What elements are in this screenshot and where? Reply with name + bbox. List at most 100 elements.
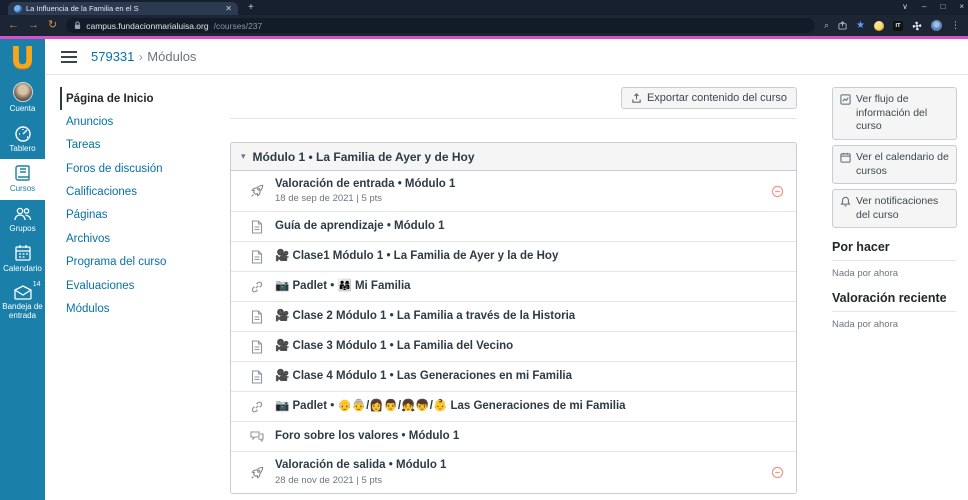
breadcrumb-separator: › [139, 50, 143, 64]
export-icon [631, 93, 642, 104]
sidebar-item-account[interactable]: Cuenta [0, 77, 45, 119]
sidebar-item-groups[interactable]: Grupos [0, 200, 45, 239]
external-link-icon [249, 400, 265, 414]
course-nav-quizzes[interactable]: Evaluaciones [60, 274, 180, 297]
sidebar-item-inbox[interactable]: 14 Bandeja de entrada [0, 279, 45, 326]
course-nav-assignments[interactable]: Tareas [60, 134, 180, 157]
module-item-title[interactable]: Valoración de salida • Módulo 1 [275, 459, 761, 473]
course-nav-home[interactable]: Página de Inicio [60, 87, 180, 110]
forward-icon[interactable]: → [28, 20, 39, 31]
course-nav-discussions[interactable]: Foros de discusión [60, 157, 180, 180]
calendar-icon [840, 152, 851, 163]
course-right-sidebar: Ver flujo de información del curso Ver e… [832, 87, 957, 330]
screen: La Influencia de la Familia en el S ✕ + … [0, 0, 968, 500]
module-item: 📷 Padlet • 👴👵/👩👨/👧👦/👶 Las Generaciones d… [231, 392, 796, 422]
extension-circle-icon[interactable] [874, 21, 884, 31]
sidebar-item-calendar[interactable]: Calendario [0, 239, 45, 279]
course-nav-syllabus[interactable]: Programa del curso [60, 251, 180, 274]
restricted-icon[interactable] [771, 466, 784, 479]
module-item-meta: 18 de sep de 2021 | 5 pts [275, 193, 761, 204]
course-nav-modules[interactable]: Módulos [60, 297, 180, 320]
module-item: Valoración de salida • Módulo 1 28 de no… [231, 452, 796, 493]
button-label: Ver notificaciones del curso [856, 195, 949, 222]
url-input[interactable]: campus.fundacionmarialuisa.org/courses/2… [66, 18, 815, 33]
collapse-caret-icon[interactable]: ▾ [241, 151, 246, 162]
course-nav-files[interactable]: Archivos [60, 227, 180, 250]
module-item-title[interactable]: 🎥 Clase1 Módulo 1 • La Familia de Ayer y… [275, 250, 784, 264]
breadcrumb-course-link[interactable]: 579331 [91, 49, 134, 64]
browser-menu-icon[interactable]: ∨ [902, 2, 908, 11]
tab-strip: La Influencia de la Familia en el S ✕ + … [0, 0, 968, 15]
close-icon[interactable]: × [959, 2, 964, 11]
module-item: Foro sobre los valores • Módulo 1 [231, 422, 796, 452]
view-course-calendar-button[interactable]: Ver el calendario de cursos [832, 145, 957, 184]
sidebar-item-courses[interactable]: Cursos [0, 159, 45, 199]
browser-tab[interactable]: La Influencia de la Familia en el S ✕ [8, 2, 238, 15]
profile-avatar-icon[interactable] [931, 20, 942, 31]
quiz-rocket-icon [249, 466, 265, 480]
view-course-notifications-button[interactable]: Ver notificaciones del curso [832, 189, 957, 228]
sidebar-item-label: Cuenta [10, 104, 36, 113]
todo-heading: Por hacer [832, 240, 957, 261]
module-item: Valoración de entrada • Módulo 1 18 de s… [231, 171, 796, 212]
window-controls: ∨ – □ × [902, 0, 964, 13]
courses-book-icon [14, 164, 32, 182]
global-nav: U Cuenta Tablero Cursos Grupos [0, 39, 45, 500]
minimize-icon[interactable]: – [922, 2, 926, 11]
bell-icon [840, 196, 851, 207]
course-nav-pages[interactable]: Páginas [60, 204, 180, 227]
module-title: Módulo 1 • La Familia de Ayer y de Hoy [253, 150, 475, 164]
tab-close-icon[interactable]: ✕ [225, 4, 232, 13]
module-item-meta: 28 de nov de 2021 | 5 pts [275, 475, 761, 486]
page-document-icon [249, 250, 265, 264]
reload-icon[interactable]: ↻ [48, 20, 57, 31]
browser-more-icon[interactable]: ⋮ [951, 20, 960, 31]
module-box: ▾ Módulo 1 • La Familia de Ayer y de Hoy… [230, 142, 797, 494]
browser-chrome: La Influencia de la Familia en el S ✕ + … [0, 0, 968, 39]
sidebar-item-label: Calendario [3, 264, 42, 273]
page-document-icon [249, 370, 265, 384]
bookmark-star-icon[interactable]: ★ [856, 20, 865, 31]
sidebar-item-label: Grupos [9, 224, 35, 233]
back-icon[interactable]: ← [8, 20, 19, 31]
recent-feedback-heading: Valoración reciente [832, 291, 957, 312]
button-label: Ver flujo de información del curso [856, 93, 949, 134]
module-item-title[interactable]: Foro sobre los valores • Módulo 1 [275, 430, 784, 444]
module-item-title[interactable]: 📷 Padlet • 👴👵/👩👨/👧👦/👶 Las Generaciones d… [275, 400, 784, 414]
url-path: /courses/237 [214, 21, 263, 31]
view-course-stream-button[interactable]: Ver flujo de información del curso [832, 87, 957, 140]
tab-title: La Influencia de la Familia en el S [26, 4, 221, 13]
module-item-title[interactable]: Guía de aprendizaje • Módulo 1 [275, 220, 784, 234]
module-item-title[interactable]: 🎥 Clase 4 Módulo 1 • Las Generaciones en… [275, 370, 784, 384]
export-button-label: Exportar contenido del curso [647, 92, 787, 104]
extensions-puzzle-icon[interactable] [912, 21, 922, 31]
page-document-icon [249, 340, 265, 354]
dashboard-icon [13, 124, 33, 142]
discussion-icon [249, 430, 265, 443]
course-nav-announcements[interactable]: Anuncios [60, 110, 180, 133]
new-tab-button[interactable]: + [248, 2, 254, 13]
maximize-icon[interactable]: □ [940, 2, 945, 11]
recent-feedback-empty-text: Nada por ahora [832, 319, 957, 330]
sidebar-item-dashboard[interactable]: Tablero [0, 119, 45, 159]
stream-chart-icon [840, 94, 851, 105]
zoom-icon[interactable]: ⌕ [824, 21, 829, 30]
module-item-title[interactable]: 🎥 Clase 3 Módulo 1 • La Familia del Veci… [275, 340, 784, 354]
inbox-icon [13, 284, 33, 300]
lock-icon [74, 21, 81, 30]
extension-it-icon[interactable]: IT [893, 21, 903, 31]
share-icon[interactable] [838, 21, 847, 30]
module-header[interactable]: ▾ Módulo 1 • La Familia de Ayer y de Hoy [231, 143, 796, 171]
course-menu-hamburger-icon[interactable] [61, 51, 77, 63]
modules-main: Exportar contenido del curso ▾ Módulo 1 … [230, 87, 797, 494]
module-item-title[interactable]: 🎥 Clase 2 Módulo 1 • La Familia a través… [275, 310, 784, 324]
module-item-title[interactable]: Valoración de entrada • Módulo 1 [275, 178, 761, 192]
export-course-content-button[interactable]: Exportar contenido del curso [621, 87, 797, 109]
calendar-icon [14, 244, 32, 262]
module-item-title[interactable]: 📷 Padlet • 👨‍👩‍👧 Mi Familia [275, 280, 784, 294]
module-item: 🎥 Clase 2 Módulo 1 • La Familia a través… [231, 302, 796, 332]
school-logo[interactable]: U [0, 39, 45, 77]
breadcrumb: 579331 › Módulos [91, 48, 196, 66]
restricted-icon[interactable] [771, 185, 784, 198]
course-nav-grades[interactable]: Calificaciones [60, 181, 180, 204]
